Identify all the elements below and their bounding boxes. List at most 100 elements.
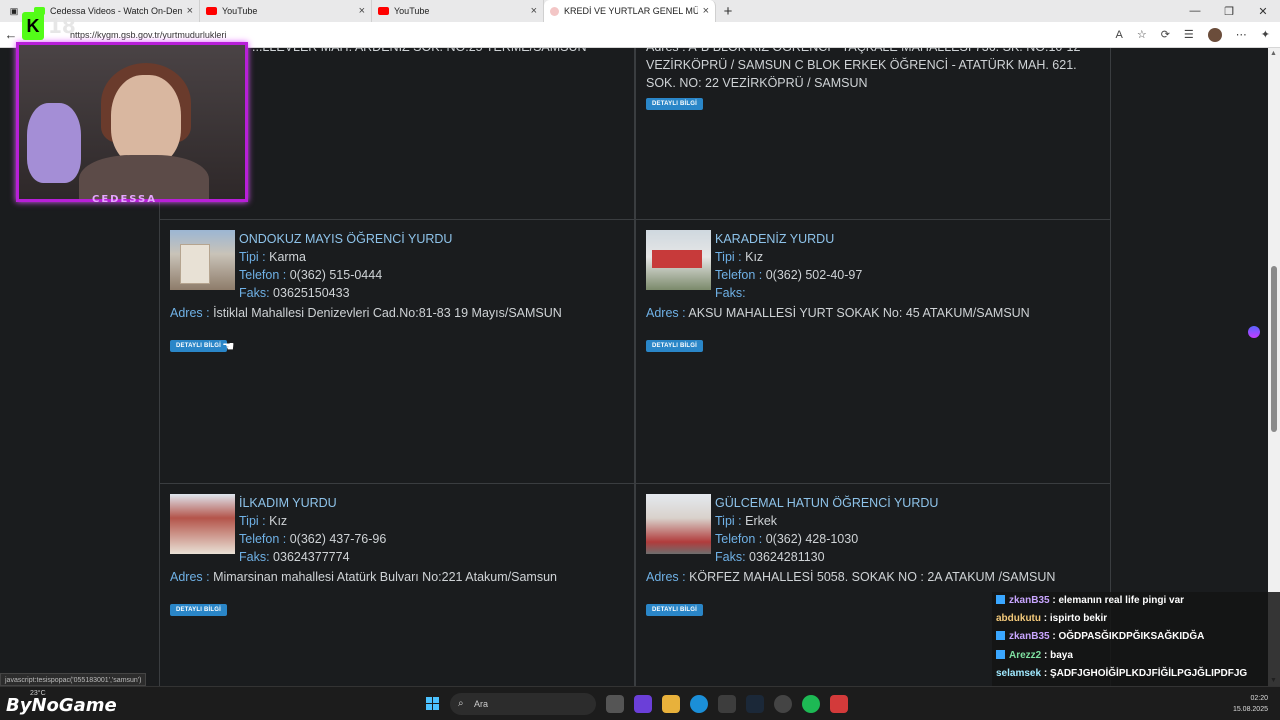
dorm-name-link[interactable]: ONDOKUZ MAYIS ÖĞRENCİ YURDU	[239, 230, 452, 248]
app-icon-red[interactable]	[830, 695, 848, 713]
refresh-icon[interactable]: ⟳	[1161, 28, 1170, 41]
dorm-grid: ...LLEVLER MAH. ARDENİZ SOK. NO:25 TERME…	[159, 48, 1112, 686]
chat-username[interactable]: Arezz2	[1009, 650, 1041, 661]
address-bar-actions: A ☆ ⟳ ☰ ⋯ ✦	[1115, 27, 1280, 42]
close-window-icon[interactable]: ✕	[1246, 0, 1280, 22]
close-tab-icon[interactable]: ×	[531, 5, 537, 17]
dorm-address: Adres : KÖRFEZ MAHALLESİ 5058. SOKAK NO …	[646, 570, 1056, 584]
spotify-icon[interactable]	[802, 695, 820, 713]
copilot-icon[interactable]: ✦	[1261, 28, 1270, 41]
steam-icon[interactable]	[746, 695, 764, 713]
new-tab-button[interactable]: +	[716, 0, 740, 22]
store-icon[interactable]	[718, 695, 736, 713]
browser-tab-strip: ▣ Cedessa Videos - Watch On-Dem × YouTub…	[0, 0, 1280, 22]
gsb-favicon-icon	[550, 6, 559, 16]
partial-address-line1: Adres : A-B BLOK KIZ ÖĞRENCİ - TAÇKALE M…	[646, 48, 1096, 56]
chat-badge-icon	[996, 595, 1005, 604]
partial-address-line2: VEZİRKÖPRÜ / SAMSUN C BLOK ERKEK ÖĞRENCİ…	[646, 58, 1077, 72]
more-options-icon[interactable]: ⋯	[1236, 28, 1247, 41]
streamer-face	[111, 75, 181, 165]
webcam-overlay	[16, 42, 248, 202]
scrollbar-thumb[interactable]	[1271, 266, 1277, 432]
close-tab-icon[interactable]: ×	[703, 5, 709, 17]
dorm-address: Adres : AKSU MAHALLESİ YURT SOKAK No: 45…	[646, 306, 1030, 320]
dorm-card: İLKADIM YURDU Tipi : Kız Telefon : 0(362…	[159, 483, 635, 686]
search-icon: ⌕	[458, 698, 464, 709]
chat-message: zkanB35 : elemanın real life pingi var	[996, 592, 1280, 610]
taskbar-apps	[606, 695, 848, 713]
dorm-fax: 03624377774	[273, 550, 350, 564]
profile-avatar[interactable]	[1207, 27, 1222, 42]
detail-button[interactable]: DETAYLI BİLGİ	[646, 98, 703, 110]
close-tab-icon[interactable]: ×	[187, 5, 193, 17]
url-field[interactable]: https://kygm.gsb.gov.tr/yurtmudurlukleri	[70, 30, 1115, 40]
dorm-name-link[interactable]: KARADENİZ YURDU	[715, 230, 862, 248]
dorm-address: Adres : Mimarsinan mahallesi Atatürk Bul…	[170, 570, 557, 584]
task-view-icon[interactable]	[606, 695, 624, 713]
favorites-icon[interactable]: ☰	[1184, 28, 1194, 41]
tab-youtube-2[interactable]: YouTube ×	[372, 0, 544, 22]
age-rating: 18	[48, 14, 76, 38]
chat-text: elemanın real life pingi var	[1058, 595, 1185, 606]
tab-kygm[interactable]: KREDİ VE YURTLAR GENEL MÜDÜ ×	[544, 0, 716, 22]
chat-username[interactable]: abdukutu	[996, 613, 1041, 624]
detail-button[interactable]: DETAYLI BİLGİ	[170, 604, 227, 616]
chat-username[interactable]: zkanB35	[1009, 631, 1050, 642]
youtube-favicon-icon	[378, 7, 389, 15]
tab-youtube-1[interactable]: YouTube ×	[200, 0, 372, 22]
dorm-type: Kız	[745, 250, 764, 264]
dorm-phone: 0(362) 428-1030	[765, 532, 859, 546]
dorm-phone: 0(362) 437-76-96	[289, 532, 387, 546]
close-tab-icon[interactable]: ×	[359, 5, 365, 17]
edge-sidebar-icon[interactable]	[1248, 326, 1260, 338]
system-clock[interactable]: 02:20 15.08.2025	[1233, 693, 1268, 715]
copilot-app-icon[interactable]	[634, 695, 652, 713]
dorm-header: ONDOKUZ MAYIS ÖĞRENCİ YURDU Tipi : Karma…	[170, 230, 624, 302]
window-controls: — ❐ ✕	[1178, 0, 1280, 22]
dorm-photo	[646, 494, 711, 554]
taskbar: 23°C ByNoGame ⌕ Ara 02:20 15.08.2025	[0, 686, 1280, 720]
partial-address-left: ...LLEVLER MAH. ARDENİZ SOK. NO:25 TERME…	[252, 48, 632, 56]
screen: ▣ Cedessa Videos - Watch On-Dem × YouTub…	[0, 0, 1280, 720]
favorite-star-icon[interactable]: ☆	[1137, 28, 1147, 41]
maximize-icon[interactable]: ❐	[1212, 0, 1246, 22]
taskbar-search[interactable]: ⌕ Ara	[450, 693, 596, 715]
scroll-up-icon[interactable]: ▲	[1270, 50, 1277, 57]
chat-text: ŞADFJGHOİĞİPLKDJFİĞİLPGJĞLIPDFJG	[1049, 667, 1248, 679]
edge-app-icon[interactable]	[690, 695, 708, 713]
back-icon[interactable]: ←	[0, 27, 22, 42]
dorm-fax: 03624281130	[749, 550, 825, 564]
read-aloud-icon[interactable]: A	[1115, 29, 1122, 41]
dorm-header: GÜLCEMAL HATUN ÖĞRENCİ YURDU Tipi : Erke…	[646, 494, 1100, 566]
chat-username[interactable]: selamsek	[996, 668, 1041, 679]
app-icon[interactable]	[774, 695, 792, 713]
detail-button[interactable]: DETAYLI BİLGİ	[646, 604, 703, 616]
page-scrollbar[interactable]: ▲ ▼	[1268, 48, 1280, 686]
partial-cell-right: Adres : A-B BLOK KIZ ÖĞRENCİ - TAÇKALE M…	[635, 48, 1111, 219]
chat-username[interactable]: zkanB35	[1009, 595, 1050, 606]
dorm-header: KARADENİZ YURDU Tipi : Kız Telefon : 0(3…	[646, 230, 1100, 302]
chat-badge-icon	[996, 631, 1005, 641]
dorm-phone: 0(362) 515-0444	[289, 268, 383, 282]
dorm-info: ONDOKUZ MAYIS ÖĞRENCİ YURDU Tipi : Karma…	[239, 230, 453, 300]
chat-text: OĞDPASĞIKDPĞIKSAĞKIDĞA	[1058, 631, 1205, 643]
detail-button[interactable]: DETAYLI BİLGİ	[646, 340, 703, 352]
file-explorer-icon[interactable]	[662, 695, 680, 713]
status-bar-url: javascript:tesispopac('055183001','samsu…	[0, 673, 147, 686]
dorm-type: Erkek	[745, 514, 778, 528]
dorm-name-link[interactable]: İLKADIM YURDU	[239, 494, 386, 512]
dorm-info: KARADENİZ YURDU Tipi : Kız Telefon : 0(3…	[715, 230, 863, 300]
chat-badge-icon	[996, 649, 1005, 659]
minimize-icon[interactable]: —	[1178, 0, 1212, 22]
dorm-name-link[interactable]: GÜLCEMAL HATUN ÖĞRENCİ YURDU	[715, 494, 938, 512]
dorm-phone: 0(362) 502-40-97	[765, 268, 863, 282]
detail-button[interactable]: DETAYLI BİLGİ	[170, 340, 227, 352]
kick-logo-icon: K	[22, 12, 44, 40]
start-icon[interactable]	[426, 697, 440, 711]
dorm-photo	[170, 494, 235, 554]
dorm-address: Adres : İstiklal Mahallesi Denizevleri C…	[170, 306, 562, 320]
chat-message: selamsek : ŞADFJGHOİĞİPLKDJFİĞİLPGJĞLIPD…	[996, 667, 1248, 679]
dorm-info: GÜLCEMAL HATUN ÖĞRENCİ YURDU Tipi : Erke…	[715, 494, 939, 564]
dorm-card: ONDOKUZ MAYIS ÖĞRENCİ YURDU Tipi : Karma…	[159, 219, 635, 483]
bynogame-logo: ByNoGame	[6, 695, 117, 716]
